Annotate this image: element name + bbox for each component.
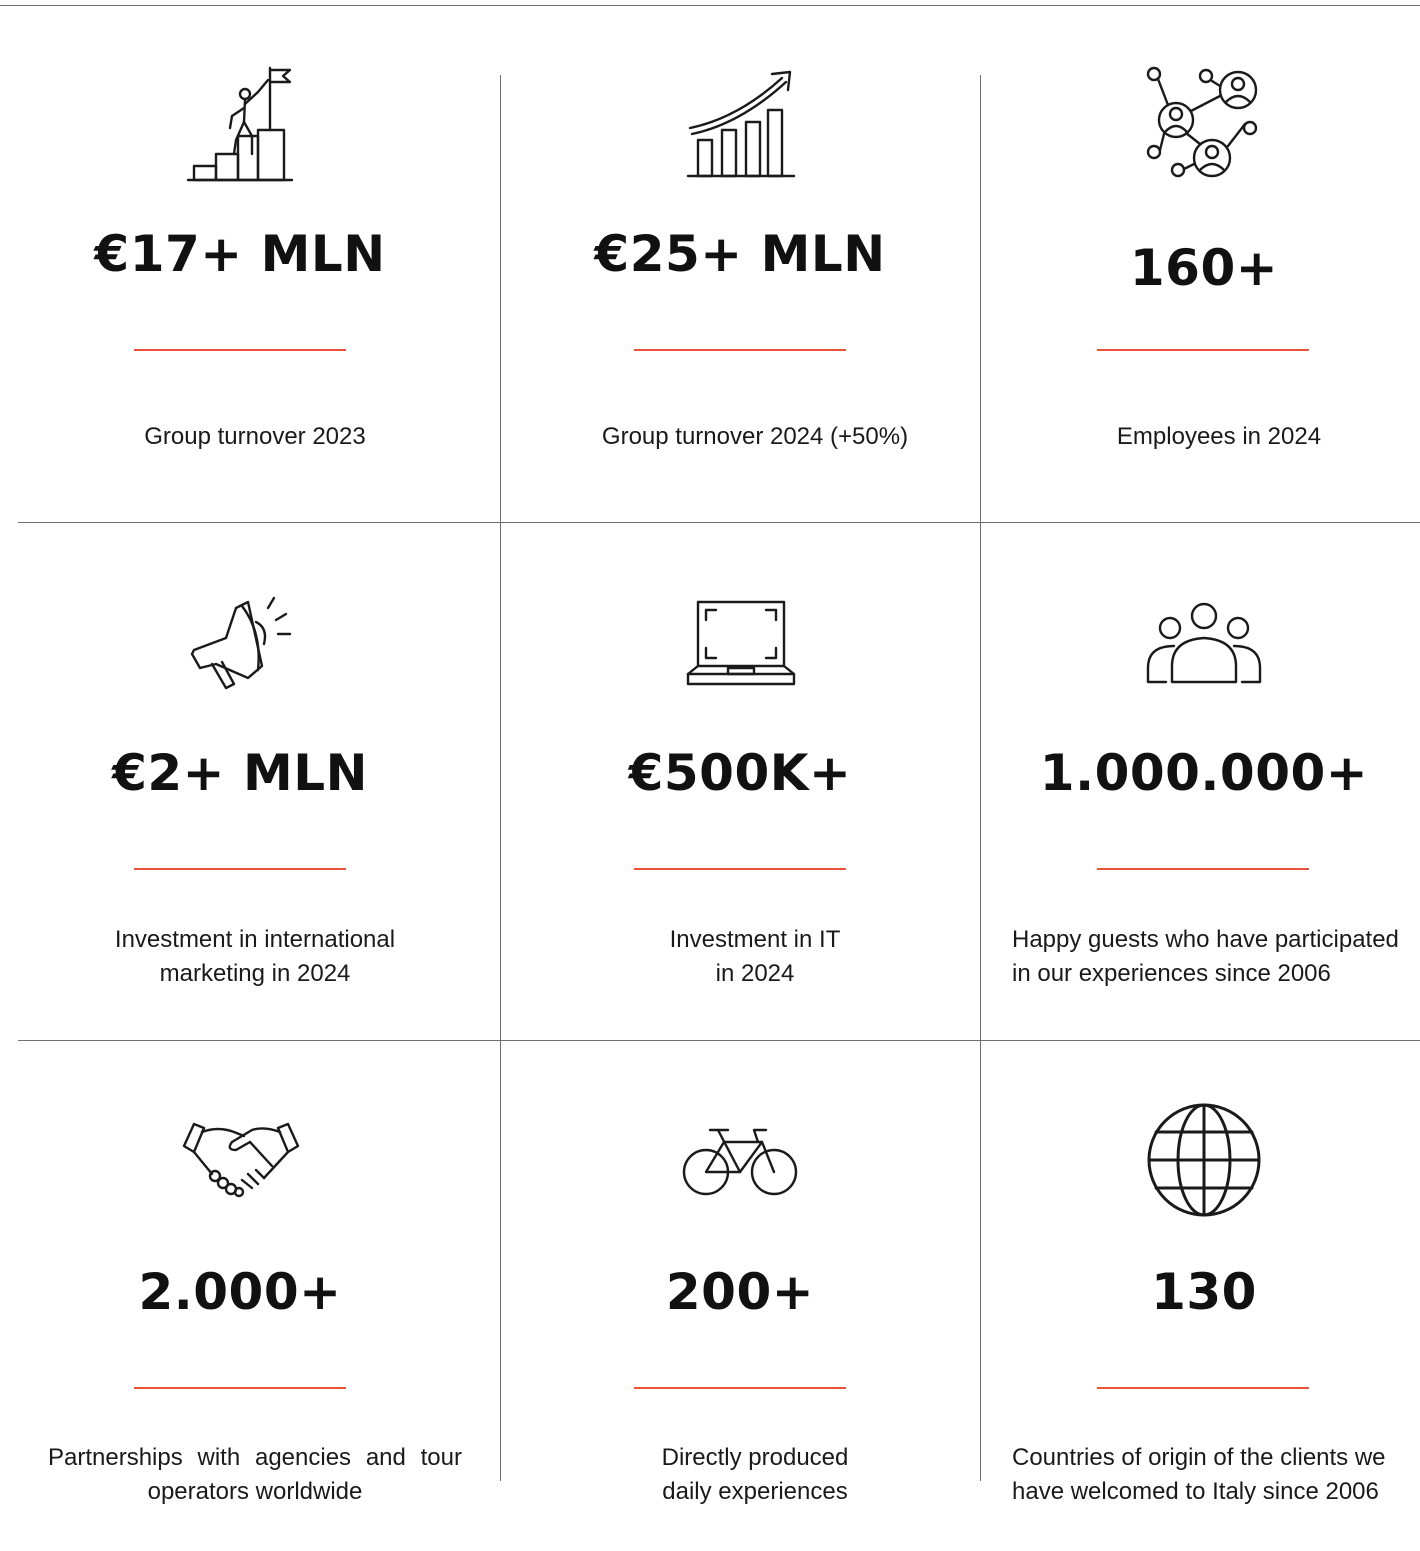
accent-underline — [634, 868, 846, 870]
stat-caption: Investment in IT in 2024 — [669, 926, 841, 987]
accent-underline — [634, 1387, 846, 1389]
climber-flag-icon — [186, 66, 296, 184]
megaphone-icon — [186, 596, 294, 692]
stat-caption: Group turnover 2023 — [144, 423, 366, 450]
stat-value: €500K+ — [628, 744, 852, 802]
stat-caption: Happy guests who have participated in ou… — [1012, 926, 1399, 987]
row-divider-1 — [18, 522, 1420, 523]
stat-value: 200+ — [665, 1263, 815, 1321]
stat-value: €2+ MLN — [112, 744, 368, 802]
accent-underline — [1097, 1387, 1309, 1389]
column-divider-2 — [980, 75, 981, 1481]
stat-caption: Directly produced daily experiences — [661, 1444, 849, 1505]
stat-caption: Investment in international marketing in… — [114, 926, 396, 987]
stat-value: 1.000.000+ — [1039, 744, 1369, 802]
accent-underline — [1097, 868, 1309, 870]
stat-caption: Employees in 2024 — [1116, 423, 1322, 450]
bicycle-icon — [682, 1124, 800, 1198]
handshake-icon — [182, 1120, 300, 1198]
stat-value: 2.000+ — [138, 1263, 342, 1321]
row-divider-2 — [18, 1040, 1420, 1041]
stat-caption: Group turnover 2024 (+50%) — [601, 423, 909, 450]
accent-underline — [1097, 349, 1309, 351]
globe-icon — [1146, 1102, 1262, 1218]
network-people-icon — [1146, 66, 1260, 180]
accent-underline — [134, 1387, 346, 1389]
accent-underline — [134, 349, 346, 351]
top-divider — [0, 5, 1420, 6]
stat-value: €25+ MLN — [594, 225, 886, 283]
column-divider-1 — [500, 75, 501, 1481]
stat-value: 130 — [1151, 1263, 1257, 1321]
stat-caption: Countries of origin of the clients we ha… — [1012, 1444, 1386, 1505]
accent-underline — [134, 868, 346, 870]
growth-chart-icon — [686, 68, 796, 180]
accent-underline — [634, 349, 846, 351]
stat-value: 160+ — [1129, 239, 1279, 297]
laptop-icon — [686, 600, 796, 688]
stat-value: €17+ MLN — [94, 225, 386, 283]
group-people-icon — [1146, 602, 1262, 684]
stat-caption: Partnerships with agencies and tour oper… — [48, 1444, 462, 1505]
